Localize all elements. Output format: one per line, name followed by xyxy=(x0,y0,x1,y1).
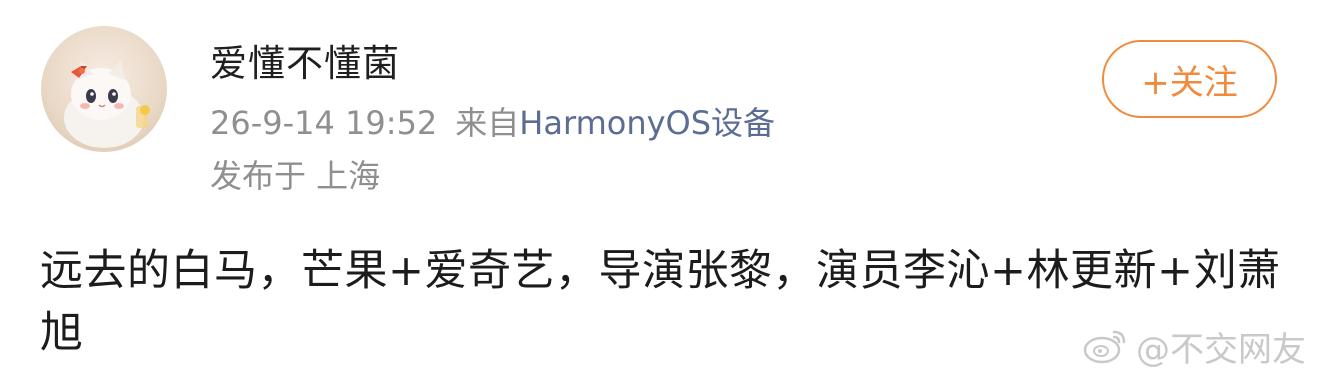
follow-button[interactable]: +关注 xyxy=(1102,40,1277,118)
post-location: 发布于 上海 xyxy=(210,157,381,195)
post-meta: 26-9-14 19:52 来自HarmonyOS设备 xyxy=(210,101,775,145)
post-timestamp: 26-9-14 19:52 xyxy=(210,104,438,142)
watermark: @不交网友 xyxy=(1082,322,1306,370)
avatar[interactable] xyxy=(41,26,167,152)
follow-button-label: +关注 xyxy=(1141,62,1238,103)
source-device-link[interactable]: HarmonyOS设备 xyxy=(519,104,775,142)
weibo-logo-icon xyxy=(1083,330,1126,364)
username[interactable]: 爱懂不懂菌 xyxy=(210,40,400,88)
source-label: 来自 xyxy=(455,104,520,142)
watermark-text: @不交网友 xyxy=(1136,329,1306,370)
cat-avatar-icon xyxy=(64,60,150,148)
